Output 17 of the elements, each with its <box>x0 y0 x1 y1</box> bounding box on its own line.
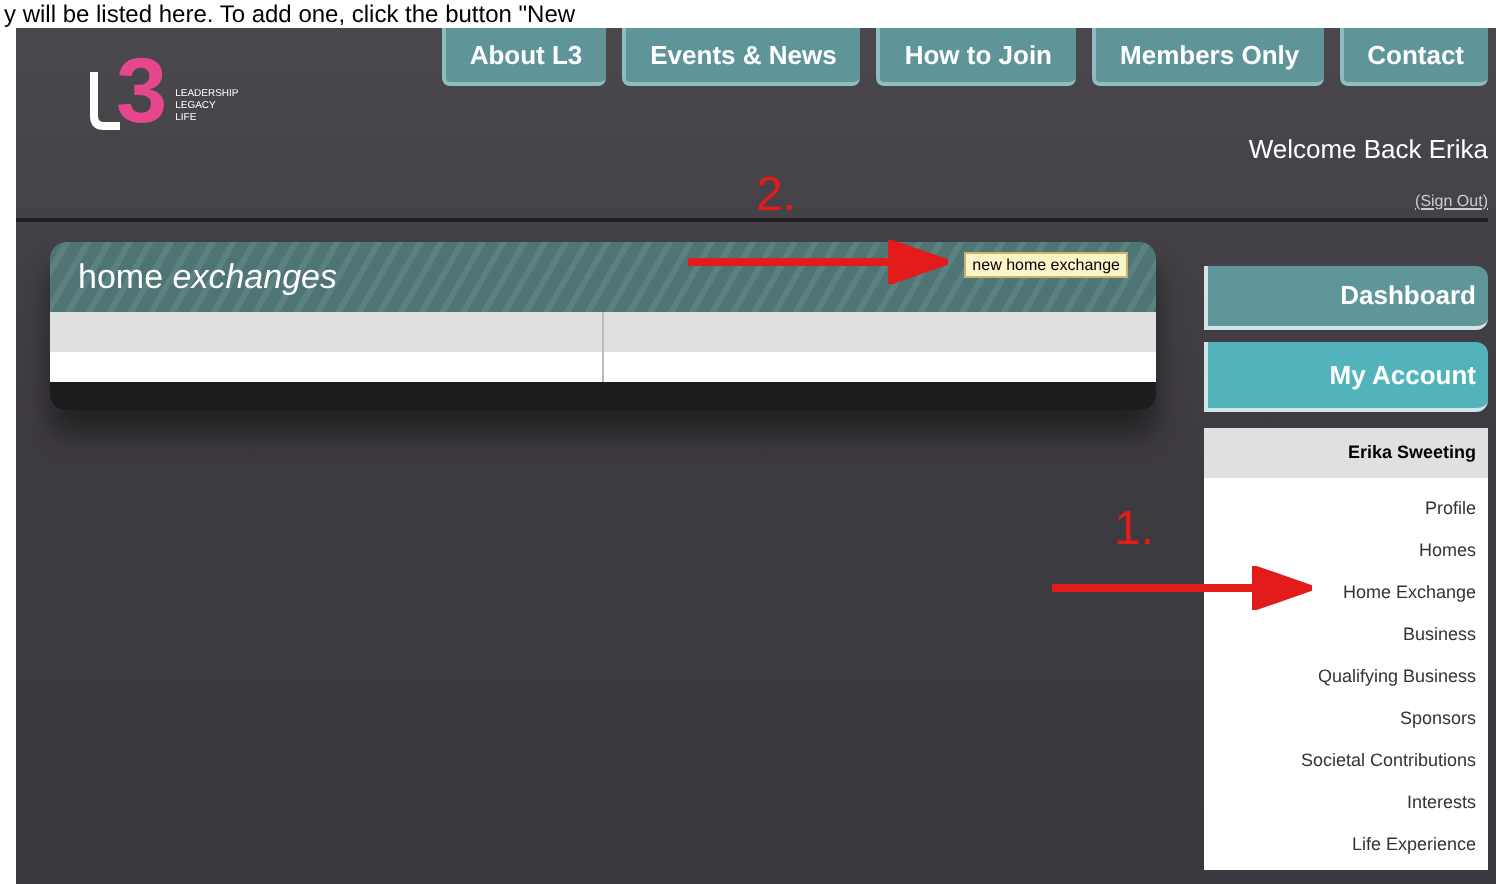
caption-text: y will be listed here. To add one, click the button "New <box>2 0 578 28</box>
menu-item[interactable]: Business <box>1402 620 1476 648</box>
panel-title: home exchanges <box>78 255 337 300</box>
menu-item[interactable]: Societal Contributions <box>1300 746 1476 774</box>
menu-item[interactable]: Sponsors <box>1399 704 1476 732</box>
menu-title: Erika Sweeting <box>1204 428 1488 478</box>
menu-item[interactable]: Profile <box>1424 494 1476 522</box>
menu-item[interactable]: Interests <box>1406 788 1476 816</box>
sign-out-link[interactable]: (Sign Out) <box>1415 189 1488 213</box>
new-home-exchange-button[interactable]: new home exchange <box>964 252 1128 278</box>
annotation-number: 2. <box>756 172 797 220</box>
menu-item[interactable]: Home Exchange <box>1342 578 1476 606</box>
menu-item[interactable]: Homes <box>1418 536 1476 564</box>
menu-item[interactable]: Life Experience <box>1351 830 1476 858</box>
menu-item[interactable]: Qualifying Business <box>1317 662 1476 690</box>
annotation-number: 1. <box>1114 506 1155 554</box>
welcome-text: Welcome Back Erika <box>1248 132 1488 168</box>
